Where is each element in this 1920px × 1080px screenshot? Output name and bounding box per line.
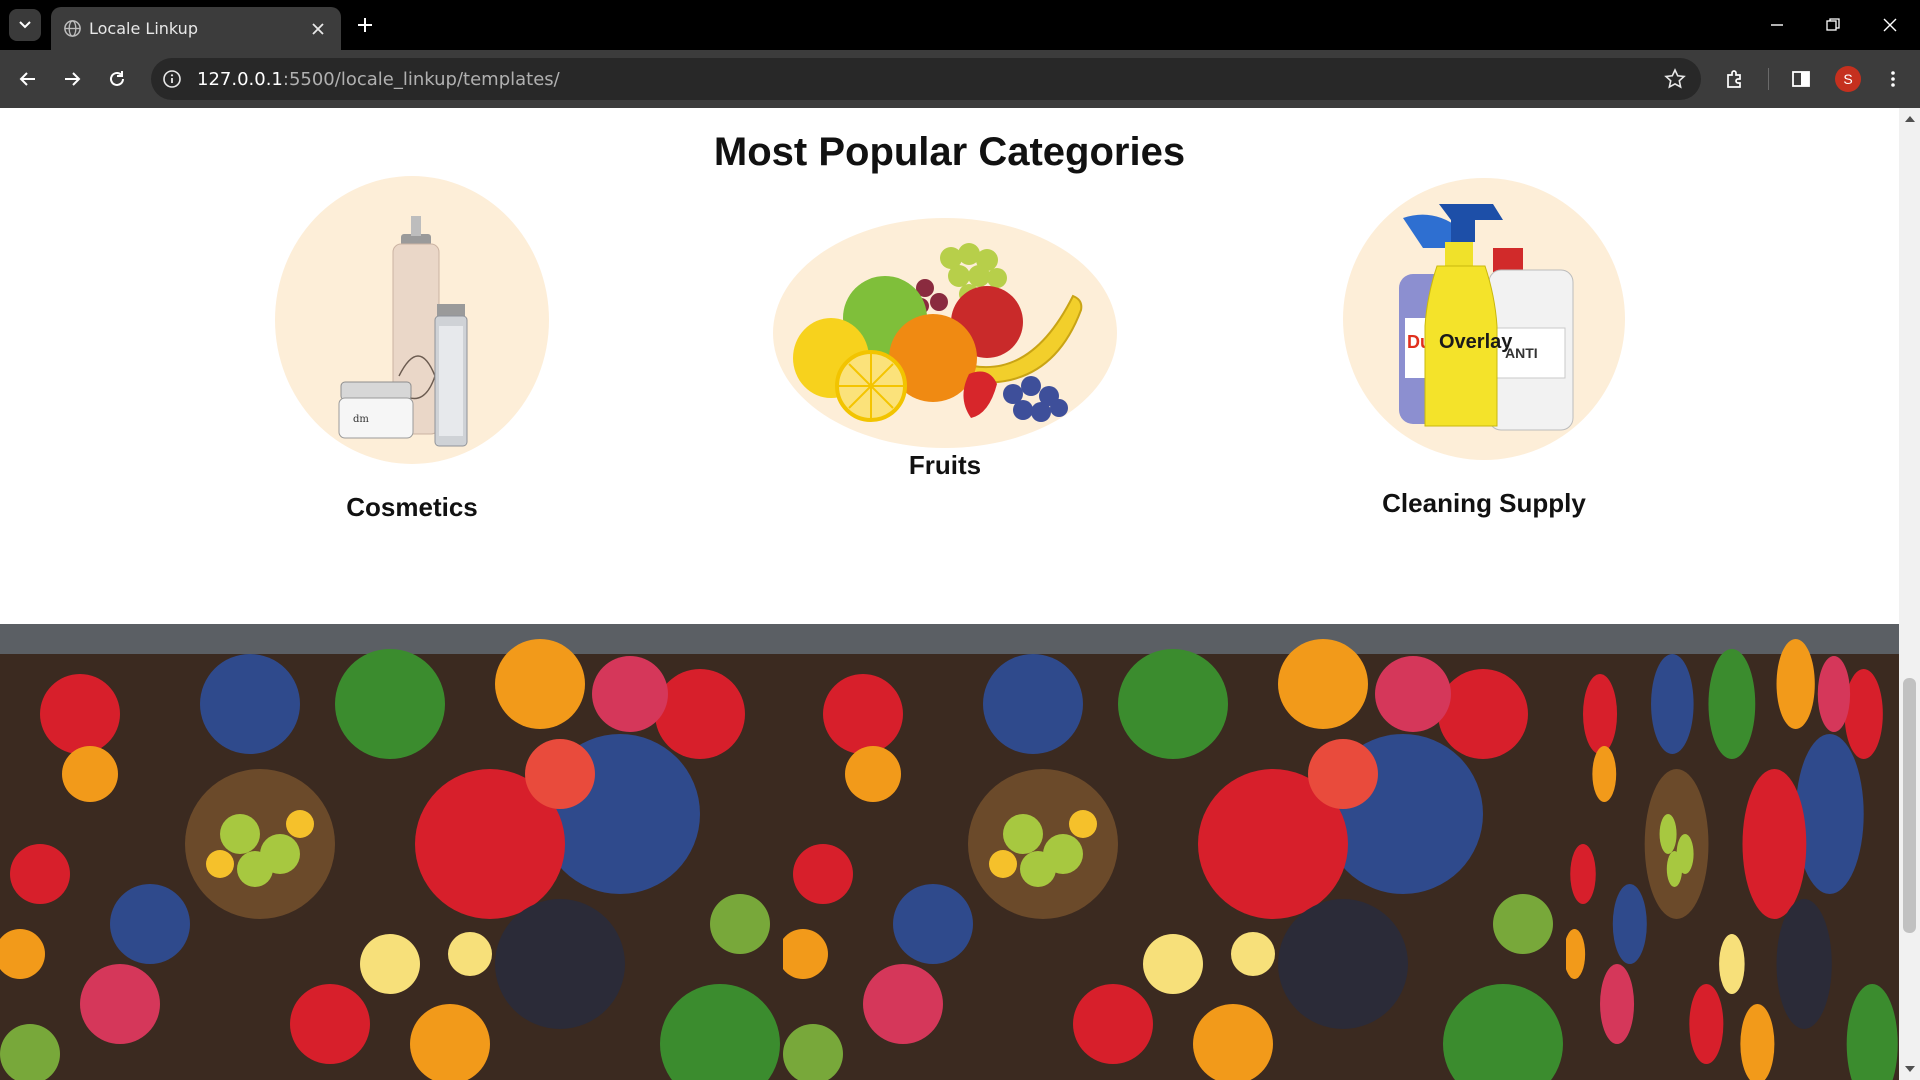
restore-icon bbox=[1826, 18, 1840, 31]
forward-button[interactable] bbox=[55, 62, 89, 96]
tab-title: Locale Linkup bbox=[89, 19, 198, 38]
category-label-cleaning-supply[interactable]: Cleaning Supply bbox=[1304, 488, 1664, 519]
browser-toolbar: 127.0.0.1:5500/locale_linkup/templates/ … bbox=[0, 50, 1920, 108]
chevron-down-icon bbox=[19, 21, 31, 29]
fruits-image[interactable] bbox=[773, 218, 1117, 448]
scroll-down-arrow-icon[interactable] bbox=[1905, 1066, 1915, 1072]
arrow-right-icon bbox=[65, 72, 81, 86]
close-icon bbox=[1883, 18, 1897, 32]
new-tab-button[interactable] bbox=[352, 12, 378, 38]
close-icon bbox=[312, 23, 324, 35]
globe-icon bbox=[64, 20, 81, 37]
profile-avatar[interactable]: S bbox=[1835, 66, 1861, 92]
side-panel-button[interactable] bbox=[1784, 62, 1818, 96]
browser-tab-bar: Locale Linkup bbox=[0, 0, 1920, 50]
side-panel-icon bbox=[1792, 71, 1810, 87]
cleaning-products-icon: Duc ANTI Overlay bbox=[1399, 204, 1574, 431]
star-icon bbox=[1664, 68, 1686, 89]
close-window-button[interactable] bbox=[1870, 10, 1910, 40]
scrollbar-thumb[interactable] bbox=[1903, 678, 1916, 933]
svg-text:dm: dm bbox=[353, 414, 369, 425]
toolbar-divider bbox=[1768, 68, 1769, 90]
svg-text:Overlay: Overlay bbox=[1439, 331, 1513, 353]
url-path: :5500/locale_linkup/templates/ bbox=[282, 69, 560, 90]
minimize-button[interactable] bbox=[1757, 10, 1797, 40]
page-scrollbar[interactable] bbox=[1899, 108, 1920, 1080]
back-button[interactable] bbox=[11, 62, 45, 96]
extensions-button[interactable] bbox=[1718, 62, 1752, 96]
section-title: Most Popular Categories bbox=[713, 130, 1186, 174]
bookmark-star-button[interactable] bbox=[1663, 67, 1687, 91]
fruit-banner-icon bbox=[0, 624, 783, 1080]
reload-button[interactable] bbox=[100, 62, 134, 96]
cleaning-supply-image[interactable]: Duc ANTI Overlay bbox=[1343, 178, 1625, 460]
scroll-up-arrow-icon[interactable] bbox=[1905, 116, 1915, 122]
address-bar[interactable]: 127.0.0.1:5500/locale_linkup/templates/ bbox=[151, 58, 1701, 100]
category-label-cosmetics[interactable]: Cosmetics bbox=[232, 492, 592, 523]
fruit-banner-image-narrow bbox=[1566, 624, 1899, 1080]
page-viewport: Most Popular Categories dm Cosmetics Fru… bbox=[0, 108, 1899, 1080]
restore-button[interactable] bbox=[1813, 10, 1853, 40]
site-info-icon[interactable] bbox=[161, 68, 183, 90]
active-tab[interactable]: Locale Linkup bbox=[51, 7, 341, 50]
url-host: 127.0.0.1 bbox=[197, 69, 283, 90]
url-text: 127.0.0.1:5500/locale_linkup/templates/ bbox=[197, 69, 560, 90]
fruits-icon bbox=[793, 243, 1083, 422]
cosmetics-products-icon: dm bbox=[338, 216, 468, 447]
tab-close-button[interactable] bbox=[308, 19, 328, 39]
arrow-left-icon bbox=[19, 72, 35, 86]
tab-search-button[interactable] bbox=[9, 9, 41, 41]
category-label-fruits[interactable]: Fruits bbox=[765, 450, 1125, 481]
minimize-icon bbox=[1771, 24, 1783, 26]
browser-menu-button[interactable] bbox=[1876, 62, 1910, 96]
fruit-banner-icon bbox=[1566, 624, 1899, 1080]
reload-icon bbox=[110, 71, 124, 86]
puzzle-icon bbox=[1727, 70, 1741, 88]
cosmetics-image[interactable]: dm bbox=[275, 176, 549, 464]
fruit-banner-image bbox=[0, 624, 783, 1080]
fruit-banner bbox=[0, 624, 1899, 1080]
more-vertical-icon bbox=[1891, 71, 1895, 87]
fruit-banner-image bbox=[783, 624, 1566, 1080]
fruit-banner-icon bbox=[783, 624, 1566, 1080]
plus-icon bbox=[358, 18, 372, 32]
